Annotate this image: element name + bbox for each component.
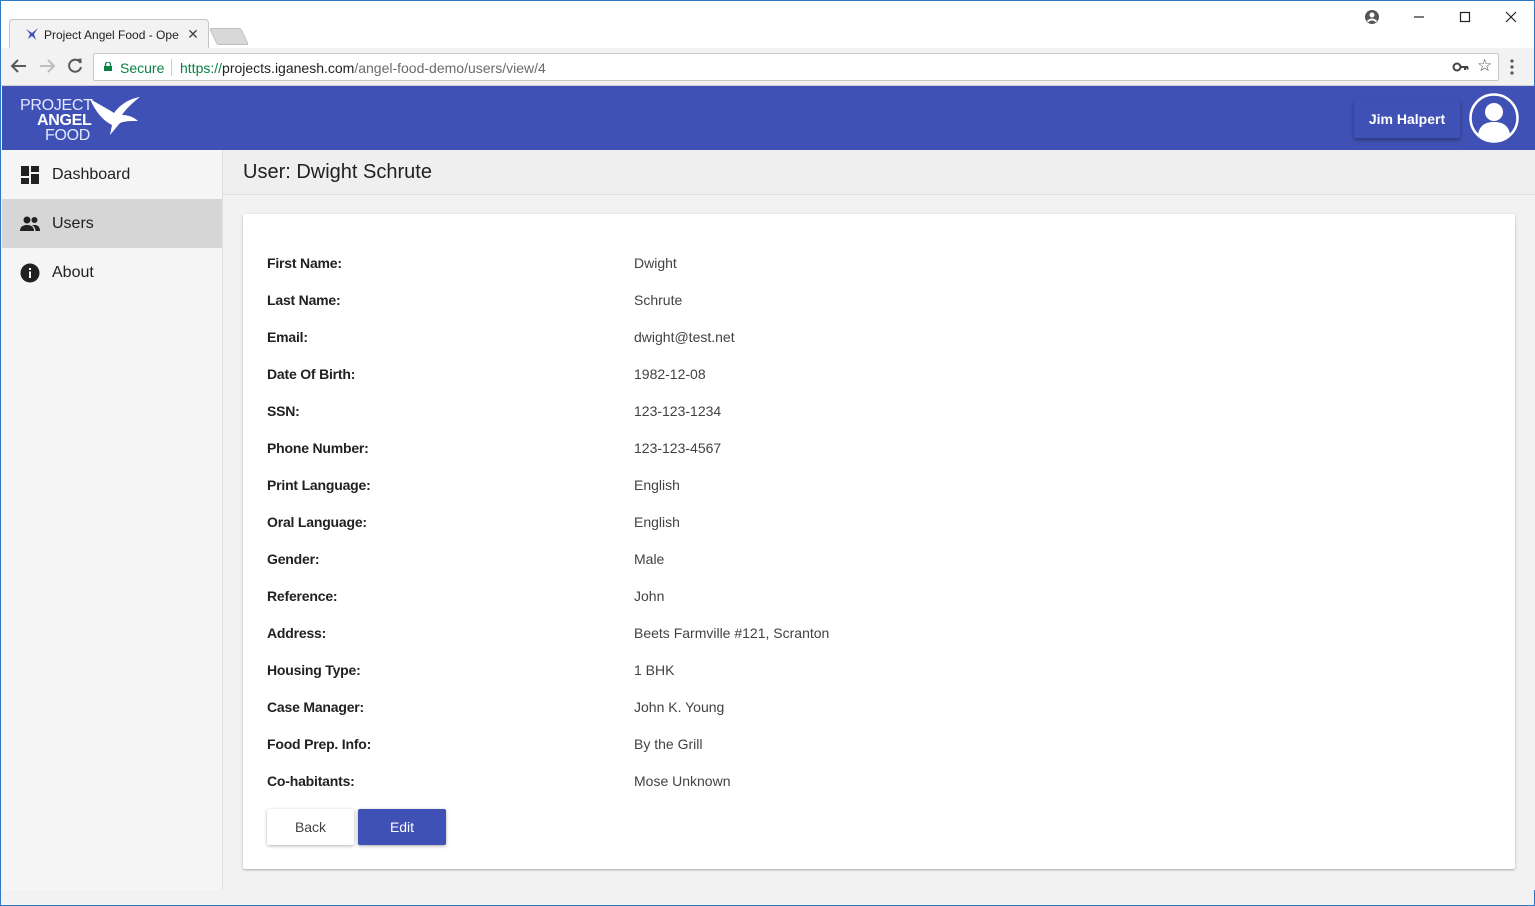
- browser-toolbar: Secure https://projects.iganesh.com/ange…: [1, 48, 1534, 86]
- detail-row-print-language: Print Language: English: [267, 466, 1467, 503]
- detail-row-date-of-birth: Date Of Birth: 1982-12-08: [267, 355, 1467, 392]
- user-detail-card: First Name: Dwight Last Name: Schrute Em…: [243, 214, 1515, 869]
- detail-label: Last Name:: [267, 291, 341, 308]
- detail-value: John: [634, 587, 665, 604]
- url-text[interactable]: https://projects.iganesh.com/angel-food-…: [180, 60, 546, 76]
- sidebar-item-users[interactable]: Users: [2, 199, 222, 248]
- detail-row-oral-language: Oral Language: English: [267, 503, 1467, 540]
- main-content: User: Dwight Schrute First Name: Dwight …: [223, 150, 1535, 890]
- profile-icon[interactable]: [1349, 5, 1395, 29]
- reload-icon[interactable]: [65, 57, 85, 77]
- minimize-icon[interactable]: [1396, 5, 1442, 29]
- tab-title: Project Angel Food - Ope: [44, 28, 179, 42]
- detail-value: dwight@test.net: [634, 328, 735, 345]
- detail-value: Dwight: [634, 254, 677, 271]
- detail-value: Beets Farmville #121, Scranton: [634, 624, 830, 641]
- detail-label: Co-habitants:: [267, 772, 355, 789]
- detail-label: Date Of Birth:: [267, 365, 356, 382]
- detail-row-reference: Reference: John: [267, 577, 1467, 614]
- sidebar-item-label: About: [52, 263, 94, 281]
- detail-value: Mose Unknown: [634, 772, 731, 789]
- detail-label: Reference:: [267, 587, 338, 604]
- angel-favicon-icon: [26, 28, 38, 40]
- detail-row-gender: Gender: Male: [267, 540, 1467, 577]
- sidebar-nav: Dashboard Users About: [2, 150, 223, 890]
- browser-menu-icon[interactable]: [1509, 59, 1515, 75]
- forward-arrow-icon[interactable]: [37, 57, 57, 77]
- user-detail-list: First Name: Dwight Last Name: Schrute Em…: [267, 244, 1467, 799]
- lock-icon: [104, 62, 112, 71]
- detail-value: English: [634, 513, 680, 530]
- detail-row-phone-number: Phone Number: 123-123-4567: [267, 429, 1467, 466]
- detail-label: Email:: [267, 328, 308, 345]
- back-arrow-icon[interactable]: [9, 57, 29, 77]
- detail-row-email: Email: dwight@test.net: [267, 318, 1467, 355]
- detail-label: Housing Type:: [267, 661, 361, 678]
- project-angel-food-logo[interactable]: PROJECT ANGEL FOOD: [18, 94, 142, 144]
- sidebar-item-dashboard[interactable]: Dashboard: [2, 150, 222, 199]
- detail-value: 123-123-4567: [634, 439, 722, 456]
- detail-label: Food Prep. Info:: [267, 735, 372, 752]
- detail-label: Gender:: [267, 550, 320, 567]
- detail-label: SSN:: [267, 402, 300, 419]
- detail-label: First Name:: [267, 254, 342, 271]
- url-scheme: https://: [180, 60, 223, 76]
- dashboard-icon: [21, 165, 39, 184]
- key-icon[interactable]: [1452, 59, 1470, 75]
- sidebar-item-label: Dashboard: [52, 165, 131, 183]
- new-tab-button[interactable]: [209, 28, 249, 45]
- omnibox-divider: [171, 59, 172, 76]
- page-title-bar: User: Dwight Schrute: [223, 150, 1535, 195]
- detail-row-ssn: SSN: 123-123-1234: [267, 392, 1467, 429]
- bookmark-star-icon[interactable]: ☆: [1477, 57, 1495, 75]
- detail-value: By the Grill: [634, 735, 703, 752]
- browser-window: Project Angel Food - Ope ✕ Secure https:…: [0, 0, 1535, 906]
- tab-strip: Project Angel Food - Ope ✕: [1, 1, 1534, 49]
- detail-label: Phone Number:: [267, 439, 369, 456]
- browser-tab[interactable]: Project Angel Food - Ope ✕: [9, 19, 209, 49]
- url-host: projects.iganesh.com: [222, 60, 355, 76]
- detail-row-address: Address: Beets Farmville #121, Scranton: [267, 614, 1467, 651]
- detail-row-last-name: Last Name: Schrute: [267, 281, 1467, 318]
- tab-close-icon[interactable]: ✕: [186, 25, 200, 43]
- detail-value: John K. Young: [634, 698, 725, 715]
- app-header: PROJECT ANGEL FOOD Jim Halpert: [2, 86, 1535, 150]
- detail-value: Male: [634, 550, 665, 567]
- window-close-icon[interactable]: [1488, 5, 1534, 29]
- url-path: /angel-food-demo/users/view/4: [354, 60, 546, 76]
- sidebar-item-about[interactable]: About: [2, 248, 222, 297]
- detail-row-co-habitants: Co-habitants: Mose Unknown: [267, 762, 1467, 799]
- back-button[interactable]: Back: [267, 809, 354, 845]
- detail-value: Schrute: [634, 291, 683, 308]
- detail-row-case-manager: Case Manager: John K. Young: [267, 688, 1467, 725]
- detail-value: 1982-12-08: [634, 365, 706, 382]
- user-avatar-icon[interactable]: [1469, 93, 1519, 143]
- detail-value: English: [634, 476, 680, 493]
- detail-value: 1 BHK: [634, 661, 675, 678]
- angel-bird-icon: [90, 97, 140, 135]
- detail-value: 123-123-1234: [634, 402, 722, 419]
- user-menu-button[interactable]: Jim Halpert: [1354, 100, 1460, 138]
- detail-row-first-name: First Name: Dwight: [267, 244, 1467, 281]
- detail-label: Oral Language:: [267, 513, 367, 530]
- detail-label: Address:: [267, 624, 327, 641]
- info-icon: [20, 263, 40, 282]
- edit-button[interactable]: Edit: [358, 809, 446, 845]
- maximize-icon[interactable]: [1442, 5, 1488, 29]
- detail-label: Case Manager:: [267, 698, 364, 715]
- page-title: User: Dwight Schrute: [243, 161, 432, 183]
- detail-label: Print Language:: [267, 476, 371, 493]
- address-bar[interactable]: Secure https://projects.iganesh.com/ange…: [93, 53, 1499, 81]
- detail-row-housing-type: Housing Type: 1 BHK: [267, 651, 1467, 688]
- secure-label: Secure: [120, 60, 165, 76]
- detail-row-food-prep-info: Food Prep. Info: By the Grill: [267, 725, 1467, 762]
- sidebar-item-label: Users: [52, 214, 94, 232]
- users-icon: [20, 216, 40, 231]
